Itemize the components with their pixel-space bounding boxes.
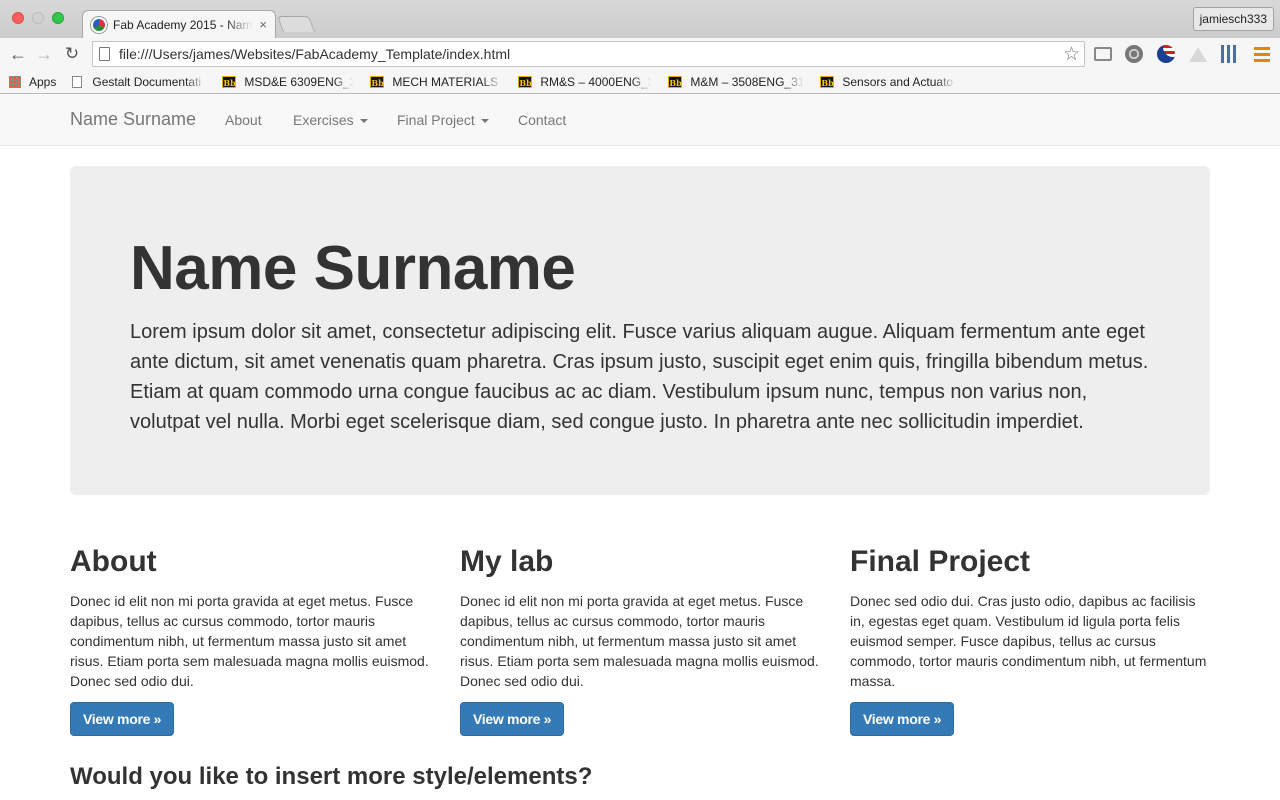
nav-link-label: Contact bbox=[518, 112, 567, 128]
bars-extension-icon[interactable] bbox=[1221, 45, 1239, 63]
column-title: My lab bbox=[460, 545, 554, 578]
bookmark-label: Sensors and Actuato bbox=[842, 74, 954, 89]
cast-icon[interactable] bbox=[1094, 47, 1112, 61]
film-reel-extension-icon[interactable] bbox=[1125, 45, 1143, 63]
address-bar[interactable]: file:///Users/james/Websites/FabAcademy_… bbox=[92, 41, 1085, 67]
fab-academy-favicon-icon bbox=[91, 16, 107, 33]
minimize-window-button[interactable] bbox=[32, 12, 44, 24]
hero-title: Name Surname bbox=[130, 234, 576, 303]
browser-title-bar: Fab Academy 2015 - Name × jamiesch333 bbox=[0, 0, 1280, 38]
browser-toolbar: ← → ↻ file:///Users/james/Websites/FabAc… bbox=[0, 38, 1280, 70]
new-tab-button[interactable] bbox=[277, 16, 315, 32]
nav-link-about[interactable]: About bbox=[225, 112, 262, 128]
tab-title: Fab Academy 2015 - Name bbox=[113, 17, 253, 32]
navbar-brand[interactable]: Name Surname bbox=[70, 109, 196, 130]
hero-jumbotron: Name Surname Lorem ipsum dolor sit amet,… bbox=[70, 166, 1210, 495]
back-arrow-icon[interactable]: ← bbox=[6, 42, 30, 66]
bookmarks-bar: Apps Gestalt Documentati Bb MSD&E 6309EN… bbox=[0, 70, 1280, 94]
drive-extension-icon[interactable] bbox=[1189, 47, 1207, 62]
reload-icon[interactable]: ↻ bbox=[60, 42, 84, 66]
maximize-window-button[interactable] bbox=[52, 12, 64, 24]
view-more-button[interactable]: View more » bbox=[70, 702, 175, 736]
apps-grid-icon bbox=[9, 75, 21, 88]
chrome-menu-icon[interactable] bbox=[1254, 47, 1270, 62]
page-icon bbox=[99, 47, 110, 61]
caret-down-icon bbox=[359, 119, 368, 124]
bookmark-mm[interactable]: Bb M&M – 3508ENG_31 bbox=[668, 75, 804, 89]
bookmark-gestalt[interactable]: Gestalt Documentati bbox=[72, 75, 206, 89]
view-more-button[interactable]: View more » bbox=[460, 702, 565, 736]
close-window-button[interactable] bbox=[12, 12, 24, 24]
site-navbar: Name Surname About Exercises Final Proje… bbox=[0, 95, 1280, 146]
bookmark-label: MSD&E 6309ENG_3 bbox=[244, 74, 355, 89]
column-final-project: Final Project Donec sed odio dui. Cras j… bbox=[850, 546, 1210, 736]
tab-close-icon[interactable]: × bbox=[259, 17, 267, 32]
bookmark-rms[interactable]: Bb RM&S – 4000ENG_3 bbox=[518, 75, 652, 89]
column-text: Donec id elit non mi porta gravida at eg… bbox=[460, 593, 819, 689]
bookmark-mech-materials[interactable]: Bb MECH MATERIALS 1 bbox=[370, 75, 502, 89]
flag-extension-icon[interactable] bbox=[1157, 45, 1175, 63]
column-about: About Donec id elit non mi porta gravida… bbox=[70, 546, 430, 736]
browser-tab[interactable]: Fab Academy 2015 - Name × bbox=[82, 10, 276, 38]
bookmark-label: RM&S – 4000ENG_3 bbox=[540, 74, 653, 89]
caret-down-icon bbox=[480, 119, 489, 124]
blackboard-icon: Bb bbox=[518, 75, 533, 88]
bookmark-label: Gestalt Documentati bbox=[92, 74, 202, 89]
bookmark-label: MECH MATERIALS 1 bbox=[392, 74, 503, 89]
column-text: Donec sed odio dui. Cras justo odio, dap… bbox=[850, 593, 1207, 689]
hero-text: Lorem ipsum dolor sit amet, consectetur … bbox=[130, 321, 1149, 433]
column-my-lab: My lab Donec id elit non mi porta gravid… bbox=[460, 546, 820, 736]
view-more-button[interactable]: View more » bbox=[850, 702, 955, 736]
nav-link-label: About bbox=[225, 112, 262, 128]
section-heading: Would you like to insert more style/elem… bbox=[70, 763, 593, 790]
bookmark-msde[interactable]: Bb MSD&E 6309ENG_3 bbox=[222, 75, 354, 89]
bookmark-label: Apps bbox=[29, 74, 57, 89]
bookmark-label: M&M – 3508ENG_31 bbox=[690, 74, 805, 89]
bookmark-star-icon[interactable]: ☆ bbox=[1063, 43, 1080, 66]
blackboard-icon: Bb bbox=[370, 75, 385, 88]
column-title: About bbox=[70, 545, 157, 578]
document-icon bbox=[72, 75, 83, 88]
nav-link-label: Final Project bbox=[397, 112, 475, 128]
blackboard-icon: Bb bbox=[222, 75, 237, 88]
forward-arrow-icon[interactable]: → bbox=[32, 42, 56, 66]
nav-dropdown-exercises[interactable]: Exercises bbox=[293, 112, 368, 128]
blackboard-icon: Bb bbox=[668, 75, 683, 88]
bookmark-sensors[interactable]: Bb Sensors and Actuato bbox=[820, 75, 956, 89]
address-bar-url[interactable]: file:///Users/james/Websites/FabAcademy_… bbox=[119, 46, 510, 62]
nav-link-contact[interactable]: Contact bbox=[518, 112, 566, 128]
nav-dropdown-final-project[interactable]: Final Project bbox=[397, 112, 489, 128]
blackboard-icon: Bb bbox=[820, 75, 835, 88]
column-title: Final Project bbox=[850, 545, 1031, 578]
profile-button[interactable]: jamiesch333 bbox=[1192, 7, 1274, 31]
nav-link-label: Exercises bbox=[293, 112, 354, 128]
bookmark-apps[interactable]: Apps bbox=[9, 75, 56, 89]
column-text: Donec id elit non mi porta gravida at eg… bbox=[70, 593, 429, 689]
